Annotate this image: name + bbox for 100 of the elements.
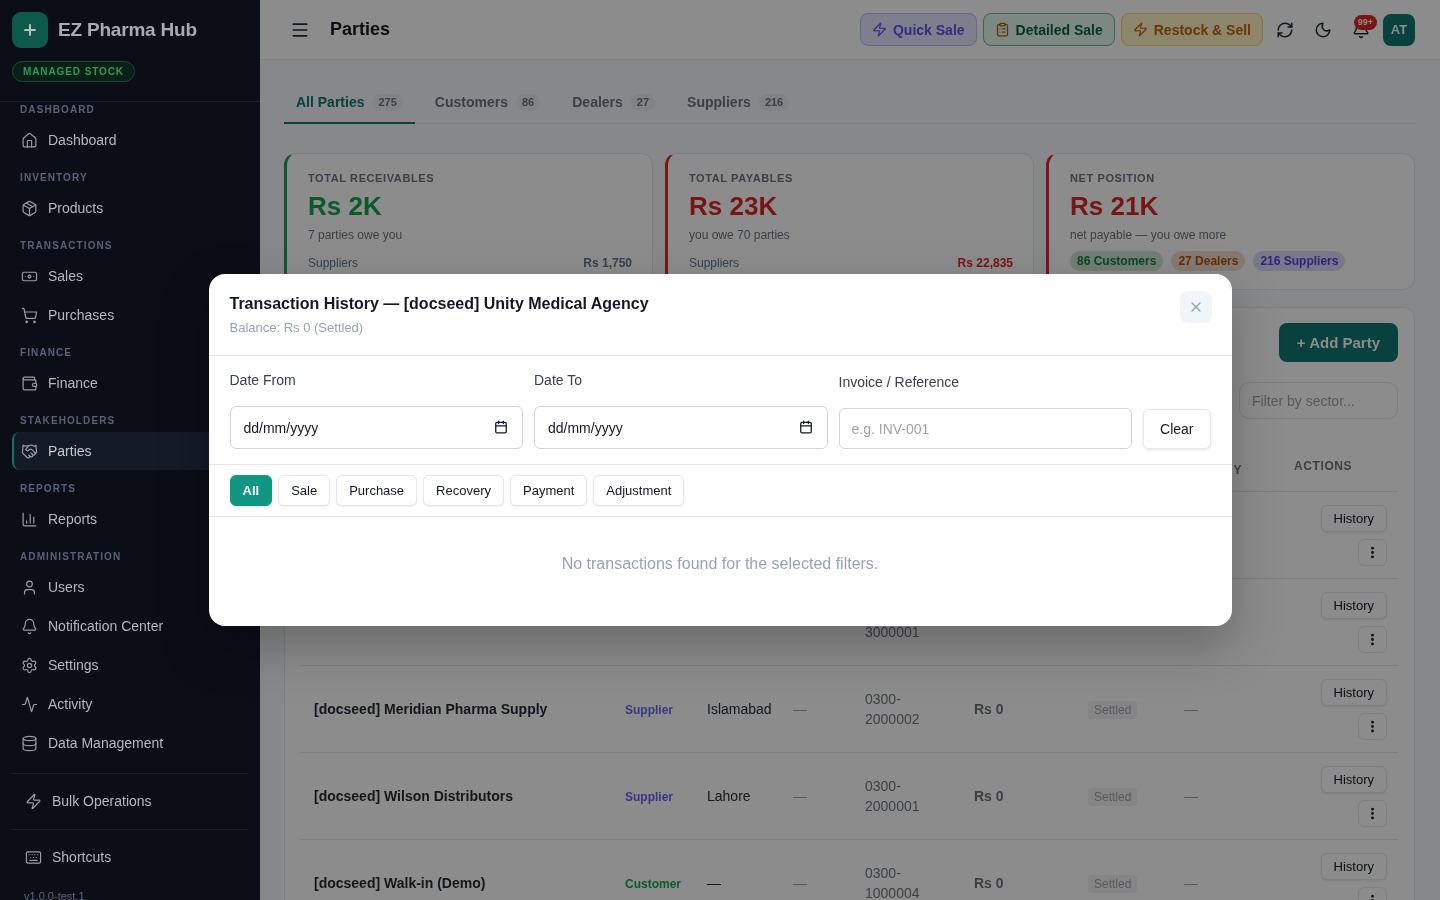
breakdown-amount: Rs 22,835 (957, 255, 1013, 271)
section-label: TRANSACTIONS (20, 240, 113, 252)
history-button[interactable]: History (1320, 765, 1387, 793)
breakdown-label: Suppliers (308, 255, 359, 271)
nav-item[interactable]: Sales (12, 257, 248, 295)
tool-item[interactable]: Bulk Operations (12, 782, 248, 820)
phone-number: 0300-2000002 (865, 690, 921, 729)
stock-mode-badge: MANAGED STOCK (12, 61, 135, 82)
detailed-sale-button[interactable]: Detailed Sale (982, 13, 1115, 46)
field-label: Invoice / Reference (838, 373, 961, 392)
count-chip: 86 Customers (1070, 251, 1164, 271)
lightning-icon (25, 792, 42, 810)
history-button[interactable]: History (1320, 504, 1387, 532)
logo-icon (12, 12, 48, 48)
app-name: EZ Pharma Hub (58, 19, 197, 41)
clipboard-icon (994, 22, 1010, 37)
column-header: Y (1233, 463, 1242, 477)
card-value: Rs 23K (689, 191, 779, 221)
count-chip: 216 Suppliers (1253, 251, 1346, 271)
modal-title: Transaction History — [docseed] Unity Medical Agency (229, 294, 649, 314)
field-label: Date To (534, 371, 583, 390)
nav-item[interactable]: Dashboard (12, 121, 248, 159)
card-value: Rs 21K (1070, 191, 1160, 221)
empty-value: — (1184, 788, 1198, 804)
house-icon (21, 131, 38, 149)
keyboard-icon (25, 848, 42, 866)
city-name: Islamabad (707, 701, 772, 717)
nav-item[interactable]: Activity (12, 685, 248, 723)
card-note: net payable — you owe more (1070, 227, 1228, 243)
phone-number: 0300-2000001 (865, 777, 921, 816)
breakdown-amount: Rs 1,750 (583, 255, 632, 271)
balance-amount: Rs 0 (974, 875, 1004, 891)
more-button[interactable] (1358, 799, 1387, 827)
party-type: Supplier (625, 703, 673, 717)
invoice-field[interactable]: e.g. INV-001 (838, 408, 1132, 449)
column-header: ACTIONS (1294, 458, 1353, 473)
notification-badge: 99+ (1353, 14, 1377, 30)
date-field[interactable]: dd/mm/yyyy (229, 406, 523, 449)
section-label: ADMINISTRATION (20, 551, 122, 563)
section-label: REPORTS (20, 483, 77, 495)
more-button[interactable] (1358, 712, 1387, 740)
more-button[interactable] (1358, 538, 1387, 566)
count-chip: 27 Dealers (1171, 251, 1246, 271)
cart-icon (21, 306, 38, 324)
version-label: v1.0.0-test.1 (24, 889, 85, 900)
filter-chip[interactable]: Recovery (423, 475, 504, 506)
clear-button[interactable]: Clear (1143, 409, 1211, 449)
balance-amount: Rs 0 (974, 788, 1004, 804)
card-label: NET POSITION (1070, 171, 1156, 185)
handshake-icon (21, 442, 38, 460)
tool-item[interactable]: Shortcuts (12, 838, 248, 876)
history-button[interactable]: History (1320, 852, 1387, 880)
party-type: Supplier (625, 790, 673, 804)
empty-value: — (1184, 875, 1198, 891)
count-badge: 86 (516, 93, 541, 111)
card-label: TOTAL PAYABLES (689, 171, 794, 185)
filter-chip[interactable]: All (229, 475, 273, 506)
pulse-line-icon (21, 695, 38, 713)
party-type: Customer (625, 877, 681, 891)
nav-item[interactable]: Data Management (12, 724, 248, 762)
city-name: — (707, 875, 721, 891)
card-value: Rs 2K (308, 191, 383, 221)
page-title: Parties (330, 19, 391, 40)
count-badge: 216 (758, 93, 790, 111)
database-icon (21, 734, 38, 752)
settings-icon (21, 656, 38, 674)
filter-chip[interactable]: Sale (278, 475, 331, 506)
user-icon (21, 578, 38, 596)
package-icon (21, 199, 38, 217)
calendar-icon (494, 420, 508, 434)
history-button[interactable]: History (1320, 591, 1387, 619)
phone-number: 0300-1000004 (865, 864, 921, 900)
more-button[interactable] (1358, 625, 1387, 653)
nav-item[interactable]: Users (12, 568, 248, 606)
nav-item[interactable]: Settings (12, 646, 248, 684)
empty-value: — (793, 788, 807, 804)
party-name: [docseed] Wilson Distributors (314, 788, 513, 804)
lightning-icon (1132, 22, 1148, 37)
filter-chip[interactable]: Adjustment (593, 475, 685, 506)
card-note: you owe 70 parties (689, 227, 791, 243)
lightning-icon (872, 22, 887, 37)
filter-chip[interactable]: Payment (510, 475, 588, 506)
history-button[interactable]: History (1320, 678, 1387, 706)
empty-state-message: No transactions found for the selected filters. (560, 554, 880, 574)
card-note: 7 parties owe you (308, 227, 404, 243)
date-field[interactable]: dd/mm/yyyy (534, 406, 828, 449)
nav-item[interactable]: Products (12, 189, 248, 227)
balance-summary: Balance: Rs 0 (Settled) (229, 319, 365, 337)
count-badge: 27 (630, 93, 656, 111)
calendar-icon (798, 420, 813, 434)
moon-icon (1314, 20, 1332, 39)
filter-chip[interactable]: Purchase (336, 475, 418, 506)
empty-value: — (793, 875, 807, 891)
section-label: FINANCE (20, 347, 73, 359)
nav-item[interactable]: Notification Center (12, 607, 248, 645)
field-label: Date From (229, 371, 297, 390)
section-label: INVENTORY (20, 172, 88, 184)
bell-icon (21, 617, 38, 635)
count-badge: 275 (372, 93, 403, 111)
card-label: TOTAL RECEIVABLES (308, 171, 436, 185)
